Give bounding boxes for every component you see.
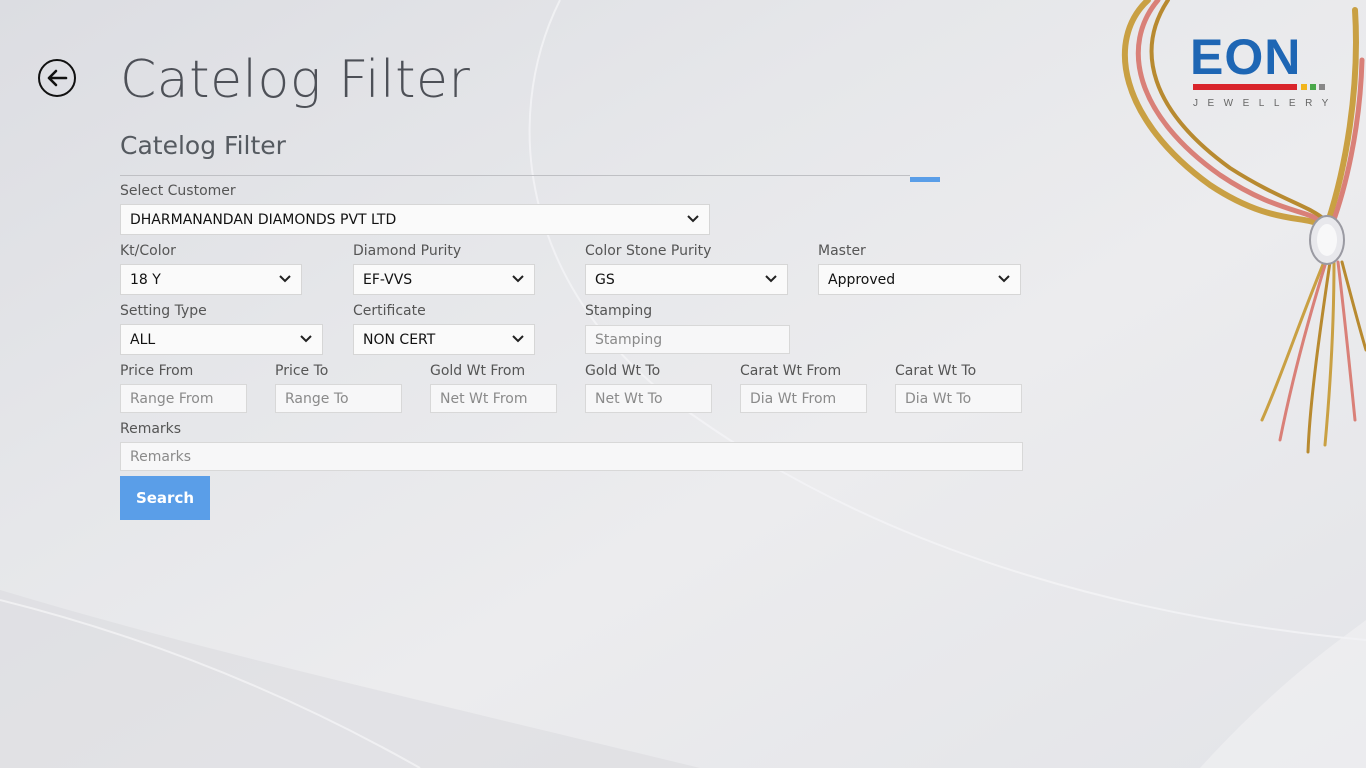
carat-wt-to-input[interactable]: Dia Wt To [895,384,1022,413]
chevron-down-icon [998,275,1010,283]
gold-wt-to-label: Gold Wt To [585,363,661,379]
gold-wt-from-input[interactable]: Net Wt From [430,384,557,413]
price-from-input[interactable]: Range From [120,384,247,413]
color-stone-purity-dropdown[interactable]: GS [585,264,788,295]
back-arrow-icon [47,69,68,87]
certificate-label: Certificate [353,303,426,319]
remarks-input[interactable]: Remarks [120,442,1023,471]
chevron-down-icon [300,335,312,343]
certificate-value: NON CERT [363,331,436,348]
back-button[interactable] [38,59,76,97]
remarks-label: Remarks [120,421,182,437]
chevron-down-icon [687,215,699,223]
carat-wt-to-label: Carat Wt To [895,363,977,379]
brand-green-square [1310,84,1316,90]
master-value: Approved [828,271,896,288]
section-divider [120,175,910,176]
customer-value: DHARMANANDAN DIAMONDS PVT LTD [130,211,397,228]
setting-type-label: Setting Type [120,303,207,319]
section-title: Catelog Filter [120,131,286,160]
chevron-down-icon [279,275,291,283]
diamond-purity-label: Diamond Purity [353,243,462,259]
brand-red-bar [1193,84,1297,90]
brand-tagline: JEWELLERY [1193,98,1338,109]
chevron-down-icon [512,335,524,343]
kt-color-dropdown[interactable]: 18 Y [120,264,302,295]
diamond-purity-value: EF-VVS [363,271,413,288]
brand-name: EON [1190,29,1302,85]
carat-wt-from-input[interactable]: Dia Wt From [740,384,867,413]
price-to-label: Price To [275,363,329,379]
page-title: Catelog Filter [120,50,471,110]
setting-type-dropdown[interactable]: ALL [120,324,323,355]
kt-color-value: 18 Y [130,271,161,288]
progress-indicator [910,177,940,182]
customer-label: Select Customer [120,183,236,199]
certificate-dropdown[interactable]: NON CERT [353,324,535,355]
chevron-down-icon [512,275,524,283]
customer-dropdown[interactable]: DHARMANANDAN DIAMONDS PVT LTD [120,204,710,235]
kt-color-label: Kt/Color [120,243,176,259]
stamping-input[interactable]: Stamping [585,325,790,354]
gold-wt-from-label: Gold Wt From [430,363,526,379]
brand-yellow-square [1301,84,1307,90]
stamping-label: Stamping [585,303,653,319]
carat-wt-from-label: Carat Wt From [740,363,842,379]
chevron-down-icon [765,275,777,283]
master-dropdown[interactable]: Approved [818,264,1021,295]
search-button[interactable]: Search [120,476,210,520]
brand-logo: EON JEWELLERY [1190,28,1336,114]
price-from-label: Price From [120,363,194,379]
color-stone-purity-label: Color Stone Purity [585,243,712,259]
setting-type-value: ALL [130,331,156,348]
brand-gray-square [1319,84,1325,90]
diamond-purity-dropdown[interactable]: EF-VVS [353,264,535,295]
price-to-input[interactable]: Range To [275,384,402,413]
master-label: Master [818,243,866,259]
gold-wt-to-input[interactable]: Net Wt To [585,384,712,413]
color-stone-purity-value: GS [595,271,615,288]
